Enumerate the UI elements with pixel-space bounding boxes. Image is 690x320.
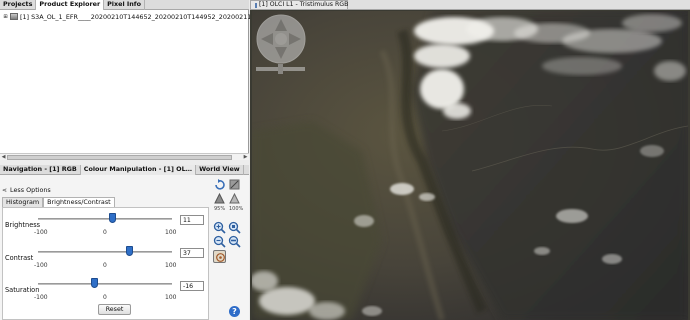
contrast-min: -100 xyxy=(34,262,48,269)
product-label[interactable]: [1] S3A_OL_1_EFR____20200210T144652_2020… xyxy=(20,13,283,21)
zoom-fit-icon[interactable] xyxy=(213,192,226,205)
saturation-min: -100 xyxy=(34,294,48,301)
zoom-percent-2: 100% xyxy=(229,206,244,212)
contrast-label: Contrast xyxy=(5,254,34,262)
contrast-mid: 0 xyxy=(103,262,107,269)
image-view-pane: [1] OLCI L1 - Tristimulus RGB xyxy=(250,0,690,320)
brightness-min: -100 xyxy=(34,229,48,236)
left-pane: Projects Product Explorer Pixel Info ⊞ [… xyxy=(0,0,283,320)
image-view-icon xyxy=(255,2,257,8)
snap-window: Projects Product Explorer Pixel Info ⊞ [… xyxy=(0,0,690,320)
sync-cursor-icon[interactable] xyxy=(213,250,226,263)
image-view-tab[interactable]: [1] OLCI L1 - Tristimulus RGB xyxy=(250,0,348,10)
zoom-pixel-icon[interactable] xyxy=(228,221,241,234)
brightness-value-field[interactable]: 11 xyxy=(180,215,204,225)
contrast-slider-thumb[interactable] xyxy=(126,246,134,256)
saturation-value-field[interactable]: -16 xyxy=(180,281,204,291)
image-view-title: [1] OLCI L1 - Tristimulus RGB xyxy=(259,1,349,8)
expand-icon[interactable]: ⊞ xyxy=(2,14,9,20)
tab-navigation[interactable]: Navigation - [1] RGB xyxy=(0,165,81,175)
less-options-toggle[interactable]: ⋖ Less Options xyxy=(2,186,51,194)
collapse-chevron-icon[interactable]: ⋖ xyxy=(2,187,7,194)
horizontal-scrollbar[interactable]: ◀ ▶ xyxy=(0,153,249,160)
sync-icon[interactable] xyxy=(228,178,241,191)
zoom-out-max-icon[interactable] xyxy=(228,235,241,248)
help-icon[interactable]: ? xyxy=(229,306,240,317)
zoom-percent-1: 95% xyxy=(214,206,226,212)
zoom-all-icon[interactable] xyxy=(228,192,241,205)
product-icon xyxy=(10,13,18,20)
less-options-label[interactable]: Less Options xyxy=(10,186,51,194)
tab-brightness-contrast[interactable]: Brightness/Contrast xyxy=(43,197,115,207)
satellite-image[interactable] xyxy=(252,11,688,320)
tab-world-view[interactable]: World View xyxy=(196,165,244,175)
brightness-max: 100 xyxy=(165,229,177,236)
explorer-tab-bar: Projects Product Explorer Pixel Info xyxy=(0,0,249,10)
contrast-value-field[interactable]: 37 xyxy=(180,248,204,258)
brightness-track[interactable] xyxy=(38,218,172,220)
saturation-track[interactable] xyxy=(38,283,172,285)
contrast-track[interactable] xyxy=(38,251,172,253)
zoom-in-icon[interactable] xyxy=(213,221,226,234)
product-tree-item[interactable]: ⊞ [1] S3A_OL_1_EFR____20200210T144652_20… xyxy=(2,12,283,21)
tab-colour-manipulation[interactable]: Colour Manipulation - [1] OL… xyxy=(80,165,197,175)
tab-projects[interactable]: Projects xyxy=(0,0,37,10)
brightness-mid: 0 xyxy=(103,229,107,236)
saturation-slider-thumb[interactable] xyxy=(90,278,98,288)
tab-histogram[interactable]: Histogram xyxy=(2,197,44,207)
brightness-label: Brightness xyxy=(5,221,41,229)
saturation-label: Saturation xyxy=(5,286,40,294)
tab-product-explorer[interactable]: Product Explorer xyxy=(36,0,105,10)
saturation-max: 100 xyxy=(165,294,177,301)
rotate-icon[interactable] xyxy=(213,178,226,191)
tab-pixel-info[interactable]: Pixel Info xyxy=(104,0,145,10)
sub-tab-bar: Histogram Brightness/Contrast xyxy=(2,197,115,207)
tool-tab-bar: Navigation - [1] RGB Colour Manipulation… xyxy=(0,165,249,175)
image-tab-bar-fill xyxy=(348,0,690,10)
saturation-mid: 0 xyxy=(103,294,107,301)
reset-button[interactable]: Reset xyxy=(98,304,131,315)
contrast-max: 100 xyxy=(165,262,177,269)
zoom-out-icon[interactable] xyxy=(213,235,226,248)
brightness-slider-thumb[interactable] xyxy=(108,213,116,223)
